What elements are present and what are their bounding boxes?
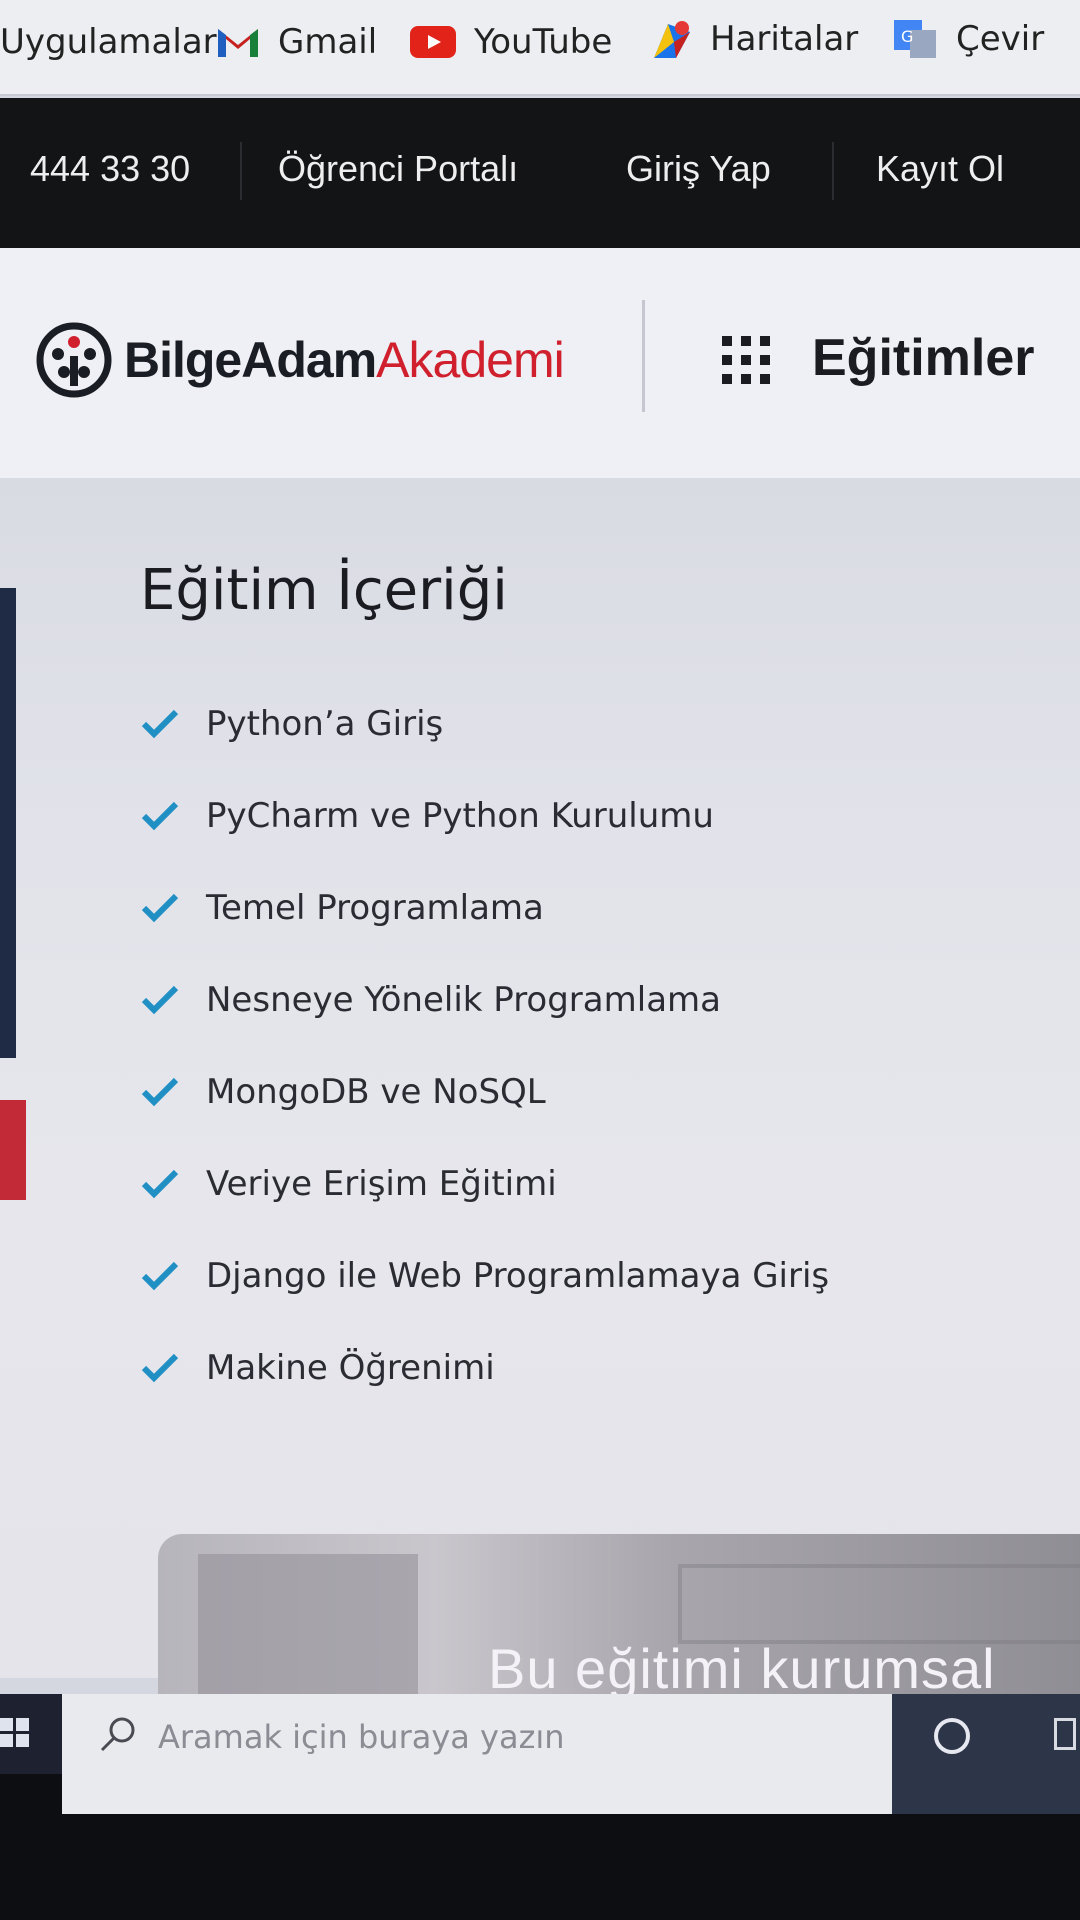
windows-taskbar: Aramak için buraya yazın: [0, 1694, 1080, 1920]
banner-text: Bu eğitimi kurumsal: [488, 1637, 996, 1694]
list-item: Python’a Giriş: [140, 678, 829, 770]
topic-label: Temel Programlama: [206, 888, 544, 928]
task-view-icon: [1054, 1718, 1076, 1750]
bookmark-youtube-label: YouTube: [474, 22, 613, 62]
logo-text-secondary: Akademi: [376, 332, 565, 388]
header-divider: [642, 300, 645, 412]
check-icon: [141, 801, 179, 831]
list-item: MongoDB ve NoSQL: [140, 1046, 829, 1138]
topic-label: Makine Öğrenimi: [206, 1348, 495, 1388]
bookmark-gmail[interactable]: Gmail: [216, 22, 377, 62]
phone-number[interactable]: 444 33 30: [30, 148, 190, 190]
topic-label: MongoDB ve NoSQL: [206, 1072, 546, 1112]
logo-text-primary: BilgeAdam: [124, 332, 377, 388]
bookmark-gmail-label: Gmail: [278, 22, 378, 62]
bookmark-maps-label: Haritalar: [710, 19, 859, 59]
check-icon: [141, 1169, 179, 1199]
trainings-menu-button[interactable]: Eğitimler: [812, 328, 1035, 388]
side-panel-red-edge: [0, 1100, 26, 1200]
search-icon: [100, 1717, 135, 1752]
banner-photo-frame: [678, 1564, 1080, 1644]
list-item: Django ile Web Programlamaya Giriş: [140, 1230, 829, 1322]
bookmark-maps[interactable]: Haritalar: [652, 18, 858, 60]
list-item: Veriye Erişim Eğitimi: [140, 1138, 829, 1230]
check-icon: [141, 893, 179, 923]
list-item: Temel Programlama: [140, 862, 829, 954]
course-content-section: Eğitim İçeriği Python’a Giriş PyCharm ve…: [0, 478, 1080, 1678]
check-icon: [141, 985, 179, 1015]
cortana-button[interactable]: [892, 1694, 1052, 1814]
section-title: Eğitim İçeriği: [140, 558, 508, 623]
student-portal-link[interactable]: Öğrenci Portalı: [278, 148, 518, 190]
topic-label: Nesneye Yönelik Programlama: [206, 980, 721, 1020]
taskbar-search-box[interactable]: Aramak için buraya yazın: [62, 1694, 892, 1814]
list-item: Nesneye Yönelik Programlama: [140, 954, 829, 1046]
youtube-icon: [410, 26, 456, 58]
list-item: Makine Öğrenimi: [140, 1322, 829, 1414]
register-link[interactable]: Kayıt Ol: [876, 148, 1004, 190]
grid-menu-icon[interactable]: [720, 334, 772, 386]
topic-label: PyCharm ve Python Kurulumu: [206, 796, 714, 836]
nav-separator: [240, 142, 242, 200]
check-icon: [141, 1261, 179, 1291]
bookmark-apps-label: Uygulamalar: [0, 22, 217, 62]
topic-label: Python’a Giriş: [206, 704, 444, 744]
bookmark-apps[interactable]: Uygulamalar: [0, 22, 217, 62]
check-icon: [141, 1353, 179, 1383]
course-topics-list: Python’a Giriş PyCharm ve Python Kurulum…: [140, 678, 829, 1414]
corporate-training-banner[interactable]: Bu eğitimi kurumsal: [158, 1534, 1080, 1694]
bookmarks-bar: Uygulamalar Gmail YouTube Haritalar G Çe…: [0, 0, 1080, 96]
banner-photo-shape: [198, 1554, 418, 1694]
task-view-button[interactable]: [1052, 1694, 1080, 1814]
svg-text:G: G: [901, 27, 913, 46]
logo-mark-icon: [36, 322, 112, 398]
cortana-icon: [934, 1718, 970, 1754]
list-item: PyCharm ve Python Kurulumu: [140, 770, 829, 862]
bookmark-translate[interactable]: G Çevir: [892, 18, 1044, 60]
gmail-icon: [216, 25, 260, 59]
logo-text: BilgeAdamAkademi: [124, 331, 565, 389]
translate-icon: G: [892, 18, 938, 60]
top-navigation: 444 33 30 Öğrenci Portalı Giriş Yap Kayı…: [0, 98, 1080, 248]
brand-logo[interactable]: BilgeAdamAkademi: [34, 320, 565, 400]
maps-icon: [652, 18, 692, 60]
search-placeholder: Aramak için buraya yazın: [158, 1718, 565, 1756]
windows-logo-icon: [0, 1718, 29, 1747]
start-button[interactable]: [0, 1694, 62, 1774]
side-panel-edge: [0, 588, 16, 1058]
bookmark-translate-label: Çevir: [956, 19, 1045, 59]
check-icon: [141, 1077, 179, 1107]
topic-label: Django ile Web Programlamaya Giriş: [206, 1256, 830, 1296]
nav-separator: [832, 142, 834, 200]
bookmark-youtube[interactable]: YouTube: [410, 22, 612, 62]
topic-label: Veriye Erişim Eğitimi: [206, 1164, 557, 1204]
check-icon: [141, 709, 179, 739]
login-link[interactable]: Giriş Yap: [626, 148, 771, 190]
site-header: BilgeAdamAkademi Eğitimler: [0, 248, 1080, 478]
